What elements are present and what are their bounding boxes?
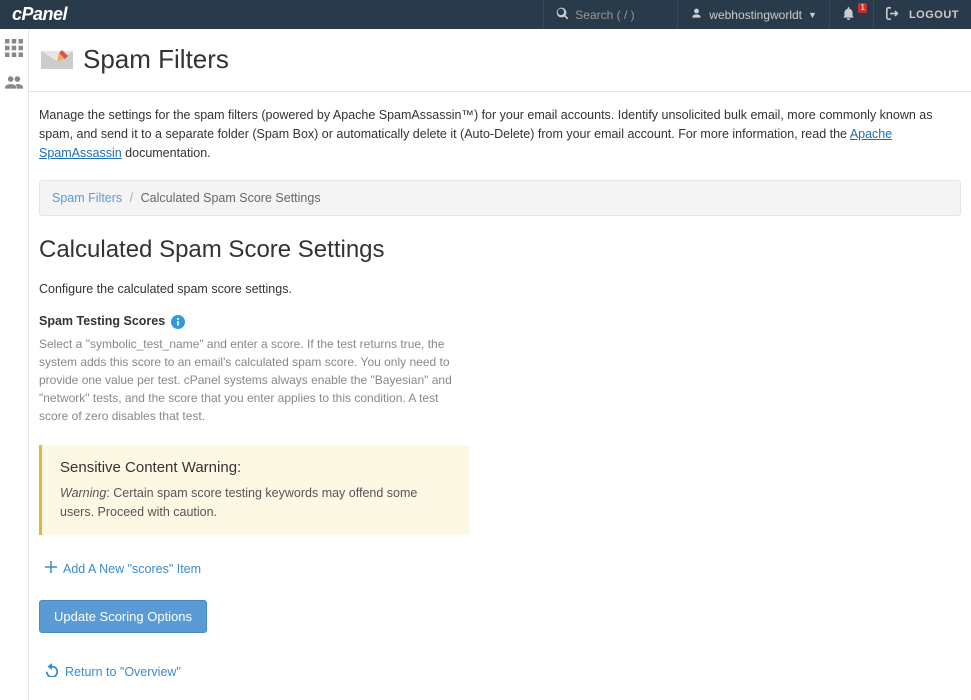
warning-box: Sensitive Content Warning: Warning: Cert… <box>39 445 469 536</box>
apps-icon[interactable] <box>5 39 23 60</box>
search-box[interactable] <box>543 0 677 29</box>
envelope-edit-icon <box>39 41 75 77</box>
bell-icon: 1 <box>842 7 861 23</box>
return-overview-link[interactable]: Return to "Overview" <box>45 663 181 680</box>
search-input[interactable] <box>575 8 665 22</box>
breadcrumb-separator: / <box>130 191 133 205</box>
left-rail <box>0 29 28 700</box>
section-description: Configure the calculated spam score sett… <box>39 282 961 296</box>
notifications-button[interactable]: 1 <box>829 0 873 29</box>
top-bar: cPanel webhostingworldt ▼ 1 LOGOUT <box>0 0 971 29</box>
users-icon[interactable] <box>5 74 23 95</box>
intro-text: Manage the settings for the spam filters… <box>39 106 961 162</box>
breadcrumb: Spam Filters / Calculated Spam Score Set… <box>39 180 961 216</box>
undo-icon <box>45 663 65 680</box>
logout-label: LOGOUT <box>909 9 959 21</box>
user-icon <box>690 7 709 23</box>
logout-button[interactable]: LOGOUT <box>873 0 971 29</box>
plus-icon <box>45 561 63 576</box>
chevron-down-icon: ▼ <box>808 10 817 20</box>
add-scores-item-link[interactable]: Add A New "scores" Item <box>45 561 201 576</box>
warning-body: Warning: Certain spam score testing keyw… <box>60 484 451 522</box>
page-header: Spam Filters <box>29 29 971 92</box>
section-title: Calculated Spam Score Settings <box>39 236 961 264</box>
notification-badge: 1 <box>858 3 866 13</box>
logout-icon <box>886 7 905 23</box>
field-help-text: Select a "symbolic_test_name" and enter … <box>39 335 469 425</box>
page-title: Spam Filters <box>83 44 229 75</box>
info-icon[interactable] <box>171 315 185 329</box>
breadcrumb-parent[interactable]: Spam Filters <box>52 191 122 205</box>
user-menu[interactable]: webhostingworldt ▼ <box>677 0 829 29</box>
warning-title: Sensitive Content Warning: <box>60 459 451 476</box>
field-label: Spam Testing Scores <box>39 314 961 329</box>
search-icon <box>556 7 575 23</box>
update-scoring-button[interactable]: Update Scoring Options <box>39 600 207 633</box>
breadcrumb-current: Calculated Spam Score Settings <box>141 191 321 205</box>
username: webhostingworldt <box>709 8 802 22</box>
logo-text: cPanel <box>12 4 67 25</box>
logo[interactable]: cPanel <box>0 4 79 25</box>
